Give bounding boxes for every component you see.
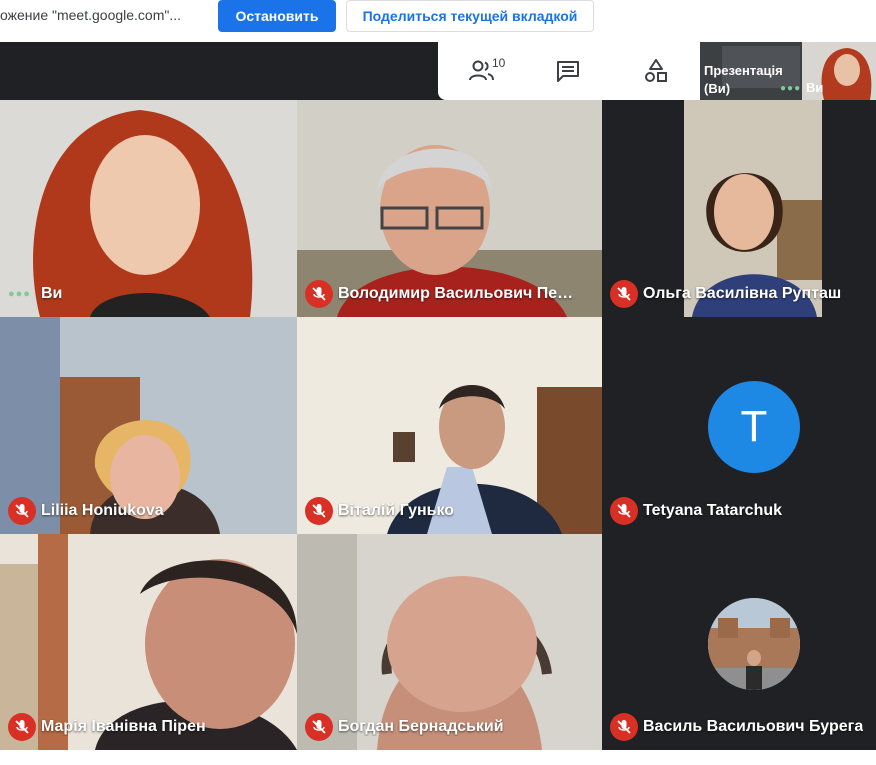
activities-button[interactable] — [640, 56, 672, 86]
participant-name: Богдан Бернадський — [338, 718, 504, 735]
participant-tile[interactable]: Богдан Бернадський — [297, 534, 602, 750]
controls-panel: 10 — [438, 42, 700, 100]
participant-tile[interactable]: Liliia Honiukova — [0, 317, 297, 534]
mic-off-icon — [8, 713, 36, 741]
participant-name: Liliia Honiukova — [41, 502, 164, 519]
mic-off-icon — [305, 280, 333, 308]
mic-off-icon — [610, 713, 638, 741]
participant-tile[interactable]: Марія Іванівна Пірен — [0, 534, 297, 750]
mic-off-icon — [610, 280, 638, 308]
participant-tile[interactable]: Василь Васильович Бурега — [602, 534, 876, 750]
mic-off-icon — [610, 497, 638, 525]
people-count: 10 — [492, 56, 506, 70]
avatar: T — [708, 381, 800, 473]
mic-off-icon — [305, 713, 333, 741]
participant-name: Володимир Васильович Пер... — [338, 285, 578, 302]
participant-name: Марія Іванівна Пірен — [41, 718, 206, 735]
mic-off-icon — [305, 497, 333, 525]
participant-name: Віталій Гунько — [338, 502, 455, 519]
screen-share-bar: ожение "meet.google.com"... Остановить П… — [0, 0, 876, 42]
participant-grid: ●●● Ви Володимир Васильович Пер... Ольга… — [0, 100, 876, 750]
mic-off-icon — [8, 497, 36, 525]
participant-tile[interactable]: T Tetyana Tatarchuk — [602, 317, 876, 534]
participant-name: Ви — [41, 285, 63, 302]
chat-icon — [557, 61, 579, 82]
participant-tile[interactable]: ●●● Ви — [0, 100, 297, 317]
participant-name: Ольга Василівна Рупташ — [643, 285, 842, 302]
share-current-tab-button[interactable]: Поделиться текущей вкладкой — [346, 0, 594, 32]
avatar — [708, 598, 800, 690]
speaking-indicator-icon: ●●● — [780, 83, 802, 94]
speaking-indicator-icon: ●●● — [8, 288, 31, 300]
participant-tile[interactable]: Віталій Гунько — [297, 317, 602, 534]
chat-button[interactable] — [552, 56, 584, 86]
activities-icon — [645, 59, 667, 82]
stop-sharing-button[interactable]: Остановить — [218, 0, 336, 32]
participant-tile[interactable]: Ольга Василівна Рупташ — [602, 100, 876, 317]
self-mini-label: Ви — [806, 80, 824, 95]
participant-name: Tetyana Tatarchuk — [643, 502, 783, 519]
share-status-text: ожение "meet.google.com"... — [0, 7, 182, 23]
meet-top-bar: 10 Презентація (Ви) ●●● Ви — [0, 42, 876, 100]
participant-name: Василь Васильович Бурега — [643, 718, 864, 735]
participant-tile[interactable]: Володимир Васильович Пер... — [297, 100, 602, 317]
